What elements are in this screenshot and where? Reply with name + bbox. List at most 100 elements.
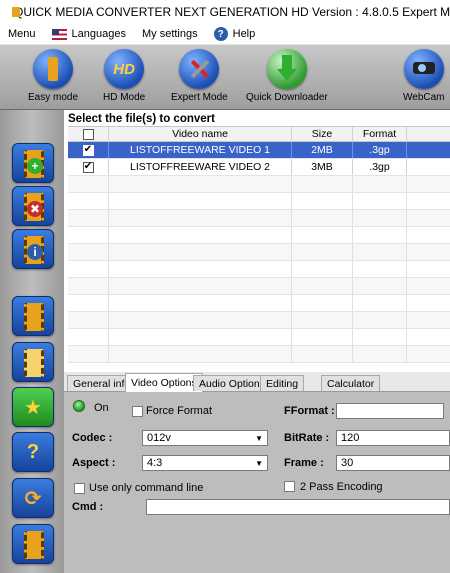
table-row-empty [68, 329, 450, 346]
quick-downloader-button[interactable]: Quick Downloader [246, 49, 328, 103]
column-header-extra [407, 127, 450, 141]
empty-cell [292, 329, 353, 345]
hd-mode-label: HD Mode [103, 92, 146, 103]
empty-cell [109, 278, 292, 294]
empty-cell [292, 193, 353, 209]
convert-button[interactable]: ⟳ [12, 478, 54, 518]
on-radio[interactable] [73, 400, 85, 412]
bitrate-label: BitRate : [284, 432, 330, 444]
menu-item-help[interactable]: ? Help [206, 24, 264, 45]
fformat-input[interactable] [336, 403, 444, 419]
empty-cell [109, 244, 292, 260]
empty-cell [292, 346, 353, 362]
empty-cell [109, 227, 292, 243]
select-all-checkbox[interactable] [82, 128, 94, 140]
menu-item-label: My settings [141, 28, 198, 40]
add-file-icon: + [27, 158, 43, 174]
expert-mode-label: Expert Mode [171, 92, 228, 103]
empty-cell [353, 210, 407, 226]
add-file-button[interactable]: + [12, 143, 54, 183]
empty-cell [353, 346, 407, 362]
frame-label: Frame : [284, 457, 324, 469]
empty-cell [68, 329, 109, 345]
command-line-checkbox[interactable] [74, 483, 85, 494]
menu-bar: Menu Languages My settings ? Help [0, 24, 450, 45]
force-format-checkbox[interactable] [132, 406, 143, 417]
hd-icon: HD [104, 49, 145, 89]
empty-cell [292, 312, 353, 328]
help-button[interactable]: ? [12, 432, 54, 472]
empty-cell [109, 346, 292, 362]
table-row-empty [68, 227, 450, 244]
on-label: On [94, 402, 109, 414]
empty-cell [292, 278, 353, 294]
refresh-button[interactable]: ★ [12, 387, 54, 427]
easy-mode-icon [33, 49, 74, 89]
tab-editing[interactable]: Editing [260, 375, 305, 391]
empty-rows [68, 176, 450, 363]
empty-cell [407, 312, 450, 328]
save-button[interactable] [12, 296, 54, 336]
row-checkbox-cell: ✔ [68, 159, 109, 175]
open-folder-button[interactable] [12, 342, 54, 382]
empty-cell [292, 261, 353, 277]
fformat-label: FFormat : [284, 405, 335, 417]
cmd-input[interactable] [146, 499, 450, 515]
size-cell: 3MB [292, 159, 353, 175]
empty-cell [68, 346, 109, 362]
convert-arrows-icon: ⟳ [24, 487, 42, 510]
empty-cell [292, 210, 353, 226]
empty-cell [407, 329, 450, 345]
file-info-button[interactable]: i [12, 229, 54, 269]
cmd-label: Cmd : [72, 501, 104, 513]
table-header: Video name Size Format [68, 127, 450, 142]
table-row-empty [68, 176, 450, 193]
chevron-down-icon: ▼ [255, 458, 263, 468]
tab-video-options[interactable]: Video Options [125, 373, 203, 392]
frame-input[interactable]: 30 [336, 455, 450, 471]
film-icon [24, 531, 44, 559]
empty-cell [407, 227, 450, 243]
two-pass-checkbox[interactable] [284, 481, 295, 492]
quick-downloader-label: Quick Downloader [246, 92, 328, 103]
expert-mode-button[interactable]: Expert Mode [171, 49, 228, 103]
webcam-button[interactable]: WebCam [403, 49, 445, 103]
table-row-empty [68, 210, 450, 227]
empty-cell [109, 295, 292, 311]
empty-cell [68, 261, 109, 277]
bitrate-input[interactable]: 120 [336, 430, 450, 446]
row-checkbox[interactable]: ✔ [82, 161, 94, 173]
row-checkbox-cell: ✔ [68, 142, 109, 158]
easy-mode-button[interactable]: Easy mode [28, 49, 78, 103]
remove-file-button[interactable]: ✖ [12, 186, 54, 226]
column-header-size[interactable]: Size [292, 127, 353, 141]
aspect-select[interactable]: 4:3 ▼ [142, 455, 268, 471]
hd-mode-button[interactable]: HD HD Mode [103, 49, 145, 103]
file-table[interactable]: Video name Size Format ✔ LISTOFFREEWARE … [68, 126, 450, 372]
row-checkbox[interactable]: ✔ [82, 144, 94, 156]
table-row[interactable]: ✔ LISTOFFREEWARE VIDEO 1 2MB .3gp [68, 142, 450, 159]
column-header-video-name[interactable]: Video name [109, 127, 292, 141]
menu-item-menu[interactable]: Menu [0, 24, 44, 45]
empty-cell [407, 261, 450, 277]
menu-item-languages[interactable]: Languages [44, 24, 134, 45]
folder-icon [24, 349, 44, 377]
menu-item-label: Help [232, 28, 256, 40]
window-title: QUICK MEDIA CONVERTER NEXT GENERATION HD… [14, 5, 450, 19]
empty-cell [109, 193, 292, 209]
webcam-icon [403, 49, 444, 89]
table-row-empty [68, 244, 450, 261]
media-button[interactable] [12, 524, 54, 564]
column-header-format[interactable]: Format [353, 127, 407, 141]
empty-cell [353, 329, 407, 345]
refresh-star-icon: ★ [24, 396, 42, 419]
empty-cell [353, 176, 407, 192]
empty-cell [353, 261, 407, 277]
header-select-all[interactable] [68, 127, 109, 141]
codec-select[interactable]: 012v ▼ [142, 430, 268, 446]
table-row[interactable]: ✔ LISTOFFREEWARE VIDEO 2 3MB .3gp [68, 159, 450, 176]
empty-cell [353, 227, 407, 243]
empty-cell [292, 176, 353, 192]
menu-item-my-settings[interactable]: My settings [134, 24, 206, 45]
tab-calculator[interactable]: Calculator [321, 375, 381, 391]
